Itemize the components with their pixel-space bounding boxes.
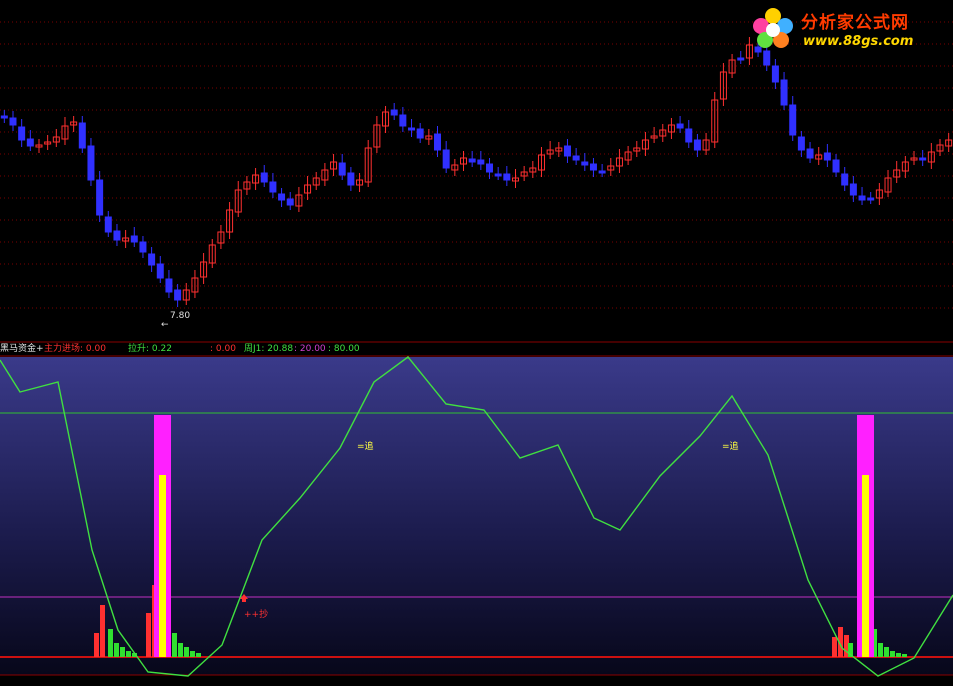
candle-body: [572, 155, 580, 161]
candle-body: [338, 162, 346, 176]
candle-body: [390, 109, 398, 116]
outflow-bar: [190, 651, 195, 657]
outflow-bar: [878, 643, 883, 657]
outflow-bar: [184, 647, 189, 657]
level-80-value: : 80.00: [328, 344, 360, 354]
candle-body: [581, 161, 589, 166]
candle-body: [278, 193, 286, 201]
main-inflow-value: 主力进场: 0.00: [44, 344, 106, 354]
candle-body: [494, 173, 502, 177]
candle-body: [503, 173, 511, 181]
outflow-bar: [884, 647, 889, 657]
candle-body: [797, 136, 805, 151]
outflow-bar: [108, 629, 113, 657]
candle-body: [113, 230, 121, 241]
candle-body: [477, 159, 485, 165]
candle-body: [18, 126, 26, 141]
candle-body: [832, 159, 840, 173]
candle-body: [269, 181, 277, 193]
candle-body: [286, 198, 294, 206]
candle-body: [589, 163, 597, 171]
candle-body: [0, 115, 8, 119]
lift-value: 拉升: 0.22: [128, 344, 172, 354]
candle-body: [260, 172, 268, 183]
candle-body: [130, 235, 138, 243]
outflow-bar: [896, 653, 901, 657]
low-price-label: 7.80: [170, 311, 191, 321]
outflow-bar: [126, 651, 131, 657]
candle-body: [485, 163, 493, 173]
flower-logo-icon: [753, 8, 793, 48]
indicator-name[interactable]: 黑马资金+: [0, 342, 44, 356]
yellow-signal-bar: [159, 475, 166, 657]
candle-body: [434, 133, 442, 151]
candle-body: [858, 195, 866, 201]
candle-body: [174, 289, 182, 301]
candle-body: [96, 179, 104, 216]
site-logo: 分析家公式网 www.88gs.com: [747, 4, 947, 54]
candle-body: [919, 157, 927, 161]
yellow-signal-bar: [862, 475, 869, 657]
outflow-bar: [114, 643, 119, 657]
low-arrow-icon: ←: [161, 320, 169, 330]
blank-value: : 0.00: [210, 344, 236, 354]
candle-body: [867, 197, 875, 201]
outflow-bar: [196, 653, 201, 657]
candle-body: [823, 152, 831, 161]
logo-url: www.88gs.com: [803, 34, 914, 49]
inflow-bar: [146, 613, 151, 657]
price-gridlines: [0, 21, 953, 309]
candle-body: [165, 278, 173, 293]
candle-body: [9, 117, 17, 126]
candle-body: [771, 65, 779, 83]
candle-body: [780, 79, 788, 106]
candle-body: [789, 104, 797, 136]
candlestick-series: [0, 37, 953, 307]
candle-body: [676, 123, 684, 129]
level-20-value: : 20.00: [294, 344, 326, 354]
candle-body: [408, 127, 416, 131]
candle-body: [806, 148, 814, 159]
outflow-bar: [902, 654, 907, 657]
candle-body: [737, 57, 745, 61]
candle-body: [78, 122, 86, 149]
week-j-value: 周J1: 20.88: [244, 344, 294, 354]
candle-body: [87, 145, 95, 181]
candle-body: [685, 128, 693, 143]
inflow-bar: [100, 605, 105, 657]
candle-body: [399, 114, 407, 127]
candle-body: [104, 216, 112, 233]
candle-body: [598, 170, 606, 174]
candle-body: [841, 173, 849, 186]
indicator-status-bar: 黑马资金+ 主力进场: 0.00 拉升: 0.22 : 0.00 周J1: 20…: [0, 342, 953, 356]
candle-body: [849, 183, 857, 196]
candle-body: [563, 145, 571, 157]
inflow-bar: [94, 633, 99, 657]
chase-label-2: =追: [722, 442, 739, 452]
indicator-panel-background: [0, 357, 953, 675]
outflow-bar: [178, 643, 183, 657]
candle-body: [347, 172, 355, 186]
outflow-bar: [172, 633, 177, 657]
logo-title: 分析家公式网: [801, 13, 909, 33]
candle-body: [442, 149, 450, 169]
candle-body: [468, 158, 476, 163]
candle-body: [139, 241, 147, 253]
candle-body: [693, 139, 701, 151]
candle-body: [156, 263, 164, 279]
buy-label: ++抄: [244, 610, 269, 620]
candle-body: [148, 253, 156, 266]
candle-body: [416, 128, 424, 139]
chase-label-1: =追: [357, 442, 374, 452]
candle-body: [26, 138, 34, 147]
outflow-bar: [890, 651, 895, 657]
inflow-bar: [832, 637, 837, 657]
outflow-bar: [120, 647, 125, 657]
